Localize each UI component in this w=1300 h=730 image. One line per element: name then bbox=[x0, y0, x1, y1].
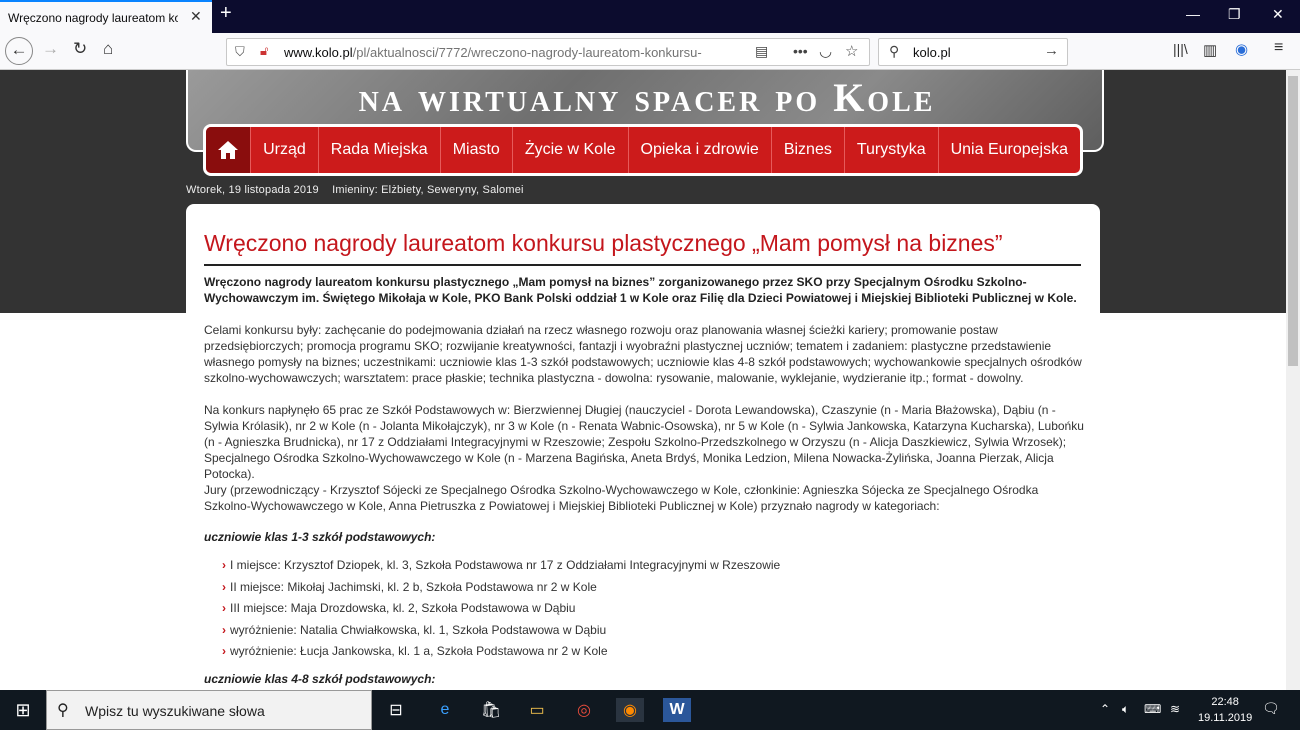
reader-view-icon[interactable]: ▤ bbox=[755, 43, 768, 60]
menu-item-turystyka[interactable]: Turystyka bbox=[843, 127, 938, 173]
insecure-lock-icon[interactable]: 🔓︎ bbox=[260, 43, 268, 59]
browser-chrome: Wręczono nagrody laureatom konk ✕ + — ❐ … bbox=[0, 0, 1300, 70]
article-paragraph: Na konkurs napłynęło 65 prac ze Szkół Po… bbox=[204, 403, 1084, 481]
scrollbar-thumb[interactable] bbox=[1288, 76, 1298, 366]
input-icon[interactable]: ⌨︎ bbox=[1144, 702, 1161, 716]
menu-item-biznes[interactable]: Biznes bbox=[770, 127, 844, 173]
file-explorer-icon[interactable]: ▭ bbox=[523, 698, 551, 722]
search-input[interactable]: kolo.pl bbox=[913, 45, 951, 60]
active-tab[interactable]: Wręczono nagrody laureatom konk ✕ bbox=[0, 0, 212, 33]
house-icon bbox=[218, 141, 239, 159]
search-bar[interactable]: ⚲ kolo.pl → bbox=[878, 38, 1068, 66]
home-icon[interactable]: ⌂ bbox=[103, 39, 113, 59]
forward-icon[interactable]: → bbox=[42, 39, 59, 59]
menu-icon[interactable]: ≡ bbox=[1274, 39, 1283, 57]
sidebar-icon[interactable]: ▥ bbox=[1203, 41, 1217, 59]
banner-text: na wirtualny spacer po Kole bbox=[358, 75, 936, 120]
url-bar[interactable]: ⛉ 🔓︎ www.kolo.pl/pl/aktualnosci/7772/wre… bbox=[226, 38, 870, 66]
close-tab-icon[interactable]: ✕ bbox=[190, 8, 202, 25]
store-icon[interactable]: 🛍︎ bbox=[477, 698, 505, 722]
clock-date: 19.11.2019 bbox=[1198, 712, 1253, 724]
web-page: na wirtualny spacer po Kole Urząd Rada M… bbox=[0, 70, 1300, 690]
menu-item-unia-europejska[interactable]: Unia Europejska bbox=[937, 127, 1080, 173]
name-days: Imieniny: Elżbiety, Seweryny, Salomei bbox=[332, 184, 524, 196]
firefox-icon[interactable]: ◉ bbox=[616, 698, 644, 722]
tab-title: Wręczono nagrody laureatom konk bbox=[8, 11, 178, 25]
restore-icon[interactable]: ❐ bbox=[1228, 6, 1241, 23]
volume-icon[interactable]: 🔈︎ bbox=[1122, 702, 1129, 717]
search-icon: ⚲ bbox=[57, 702, 69, 719]
page-actions-icon[interactable]: ••• bbox=[793, 43, 808, 59]
chevron-right-icon: › bbox=[222, 623, 226, 637]
new-tab-icon[interactable]: + bbox=[220, 2, 232, 25]
page-scrollbar[interactable] bbox=[1286, 70, 1300, 690]
article-lead: Wręczono nagrody laureatom konkursu plas… bbox=[204, 275, 1077, 305]
taskbar-search[interactable]: ⚲ Wpisz tu wyszukiwane słowa bbox=[46, 690, 372, 730]
tab-bar: Wręczono nagrody laureatom konk ✕ + — ❐ … bbox=[0, 0, 1300, 33]
notifications-icon[interactable]: 🗨︎ bbox=[1262, 700, 1280, 717]
menu-item-rada-miejska[interactable]: Rada Miejska bbox=[317, 127, 440, 173]
article-container: Wręczono nagrody laureatom konkursu plas… bbox=[186, 204, 1100, 690]
shield-icon[interactable]: ⛉ bbox=[235, 44, 245, 60]
category-heading: uczniowie klas 4-8 szkół podstawowych: bbox=[204, 672, 436, 686]
nav-bar: ← → ↻ ⌂ ⛉ 🔓︎ www.kolo.pl/pl/aktualnosci/… bbox=[0, 33, 1300, 70]
bookmark-star-icon[interactable]: ☆ bbox=[845, 42, 858, 60]
current-date: Wtorek, 19 listopada 2019 bbox=[186, 184, 319, 196]
windows-start-icon[interactable]: ⊞ bbox=[0, 690, 46, 730]
account-icon[interactable]: ◉ bbox=[1235, 40, 1248, 58]
search-icon: ⚲ bbox=[889, 43, 900, 59]
word-icon[interactable]: W bbox=[663, 698, 691, 722]
category-heading: uczniowie klas 1-3 szkół podstawowych: bbox=[204, 530, 436, 544]
main-menu: Urząd Rada Miejska Miasto Życie w Kole O… bbox=[203, 124, 1083, 176]
chevron-right-icon: › bbox=[222, 580, 226, 594]
article-title: Wręczono nagrody laureatom konkursu plas… bbox=[204, 230, 1081, 266]
reload-icon[interactable]: ↻ bbox=[73, 39, 87, 59]
list-item: › II miejsce: Mikołaj Jachimski, kl. 2 b,… bbox=[222, 580, 597, 594]
chrome-icon[interactable]: ◎ bbox=[570, 698, 598, 722]
menu-item-opieka-i-zdrowie[interactable]: Opieka i zdrowie bbox=[627, 127, 771, 173]
chevron-right-icon: › bbox=[222, 558, 226, 572]
edge-icon[interactable]: e bbox=[431, 698, 459, 722]
date-line: Wtorek, 19 listopada 2019 Imieniny: Elżb… bbox=[186, 184, 534, 196]
menu-home-button[interactable] bbox=[206, 127, 251, 173]
list-item: › I miejsce: Krzysztof Dziopek, kl. 3, Sz… bbox=[222, 558, 781, 572]
task-view-icon[interactable]: ⊟ bbox=[382, 698, 410, 722]
clock[interactable]: 22:48 19.11.2019 bbox=[1198, 694, 1252, 726]
taskbar: ⊞ ⚲ Wpisz tu wyszukiwane słowa ⊟ e 🛍︎ ▭ … bbox=[0, 690, 1300, 730]
close-window-icon[interactable]: ✕ bbox=[1272, 6, 1284, 23]
menu-item-miasto[interactable]: Miasto bbox=[439, 127, 512, 173]
clock-time: 22:48 bbox=[1211, 696, 1239, 708]
library-icon[interactable]: |||\ bbox=[1173, 41, 1188, 57]
go-arrow-icon[interactable]: → bbox=[1044, 42, 1059, 59]
menu-item-urzad[interactable]: Urząd bbox=[250, 127, 318, 173]
list-item: › wyróżnienie: Łucja Jankowska, kl. 1 a, … bbox=[222, 644, 608, 658]
menu-item-zycie-w-kole[interactable]: Życie w Kole bbox=[511, 127, 628, 173]
tray-chevron-icon[interactable]: ⌃ bbox=[1100, 702, 1110, 716]
wifi-icon[interactable]: ≋ bbox=[1170, 702, 1180, 716]
list-item: › III miejsce: Maja Drozdowska, kl. 2, Sz… bbox=[222, 601, 576, 615]
pocket-icon[interactable]: ◡ bbox=[819, 42, 832, 60]
url-text[interactable]: www.kolo.pl/pl/aktualnosci/7772/wreczono… bbox=[284, 45, 724, 60]
back-icon[interactable]: ← bbox=[5, 37, 33, 65]
chevron-right-icon: › bbox=[222, 601, 226, 615]
article-paragraph: Celami konkursu były: zachęcanie do pode… bbox=[204, 323, 1082, 385]
minimize-icon[interactable]: — bbox=[1186, 6, 1200, 22]
taskbar-search-input[interactable]: Wpisz tu wyszukiwane słowa bbox=[85, 703, 265, 719]
chevron-right-icon: › bbox=[222, 644, 226, 658]
article-paragraph: Jury (przewodniczący - Krzysztof Sójecki… bbox=[204, 483, 1039, 513]
list-item: › wyróżnienie: Natalia Chwiałkowska, kl. … bbox=[222, 623, 607, 637]
